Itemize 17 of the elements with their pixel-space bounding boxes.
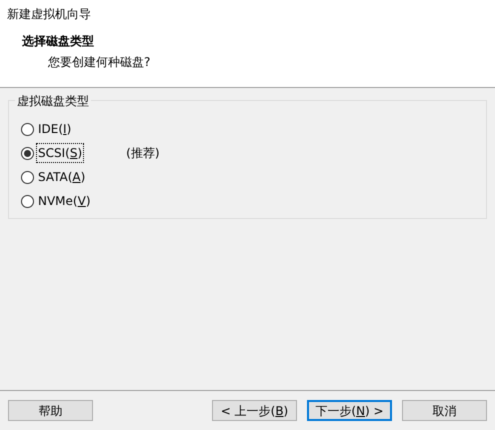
wizard-button[interactable]: 取消	[402, 400, 487, 421]
page-title: 选择磁盘类型	[22, 33, 95, 50]
page-subtitle: 您要创建何种磁盘?	[47, 54, 150, 71]
radio-button[interactable]	[21, 122, 34, 136]
radio-label[interactable]: NVMe(V)	[36, 191, 93, 211]
radio-button[interactable]	[21, 194, 34, 208]
wizard-button[interactable]: < 上一步(B)	[212, 400, 297, 421]
group-title: 虚拟磁盘类型	[15, 92, 91, 110]
window-title: 新建虚拟机向导	[7, 7, 91, 21]
radio-label[interactable]: SATA(A)	[36, 167, 88, 187]
wizard-button[interactable]: 下一步(N) >	[307, 400, 392, 421]
radio-label[interactable]: SCSI(S)	[36, 143, 84, 163]
recommended-note: (推荐)	[126, 145, 160, 162]
radio-label[interactable]: IDE(I)	[36, 119, 74, 139]
wizard-button[interactable]: 帮助	[8, 400, 93, 421]
radio-button[interactable]	[21, 146, 34, 160]
radio-button[interactable]	[21, 170, 34, 184]
